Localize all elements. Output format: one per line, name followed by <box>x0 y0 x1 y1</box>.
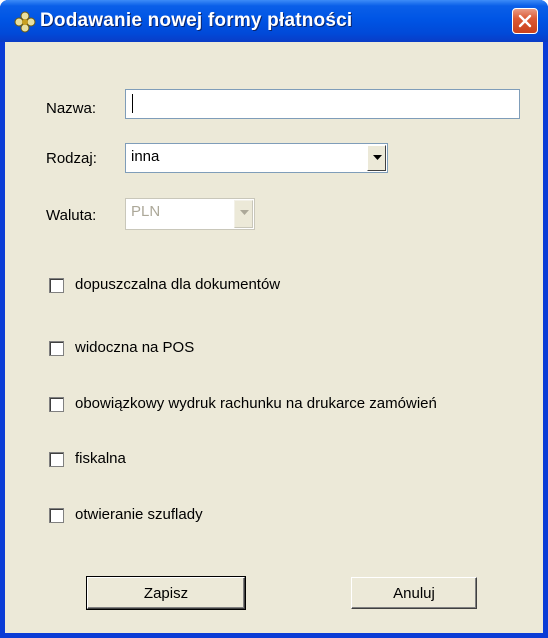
checkbox-wydruk-rachunku[interactable] <box>49 397 64 412</box>
waluta-label: Waluta: <box>46 207 97 224</box>
text-caret <box>132 94 133 113</box>
rodzaj-select[interactable]: inna <box>125 143 388 173</box>
checkbox-widoczna-pos[interactable] <box>49 341 64 356</box>
rodzaj-selected-value: inna <box>131 148 160 165</box>
checkbox-widoczna-pos-label[interactable]: widoczna na POS <box>75 339 194 356</box>
checkbox-wydruk-rachunku-label[interactable]: obowiązkowy wydruk rachunku na drukarce … <box>75 395 437 412</box>
checkbox-szuflada[interactable] <box>49 508 64 523</box>
checkbox-fiskalna-label[interactable]: fiskalna <box>75 450 126 467</box>
checkbox-dopuszczalna[interactable] <box>49 278 64 293</box>
checkbox-dopuszczalna-label[interactable]: dopuszczalna dla dokumentów <box>75 276 280 293</box>
rodzaj-dropdown-button[interactable] <box>367 145 386 171</box>
waluta-dropdown-button <box>234 200 253 228</box>
chevron-down-icon <box>240 210 249 215</box>
cancel-button[interactable]: Anuluj <box>351 577 477 609</box>
save-button[interactable]: Zapisz <box>86 576 246 610</box>
nazwa-input[interactable] <box>125 89 520 119</box>
chevron-down-icon <box>373 155 382 160</box>
title-bar[interactable]: Dodawanie nowej formy płatności <box>0 0 548 42</box>
nazwa-label: Nazwa: <box>46 100 97 117</box>
waluta-select: PLN <box>125 198 255 230</box>
checkbox-szuflada-label[interactable]: otwieranie szuflady <box>75 506 203 523</box>
window-title: Dodawanie nowej formy płatności <box>40 10 353 31</box>
dialog-window: Dodawanie nowej formy płatności Nazwa: R… <box>0 0 548 638</box>
rodzaj-label: Rodzaj: <box>46 150 97 167</box>
checkbox-fiskalna[interactable] <box>49 452 64 467</box>
app-flower-icon <box>14 11 36 33</box>
waluta-selected-value: PLN <box>131 203 161 220</box>
close-button[interactable] <box>512 8 538 34</box>
close-icon <box>518 14 532 28</box>
